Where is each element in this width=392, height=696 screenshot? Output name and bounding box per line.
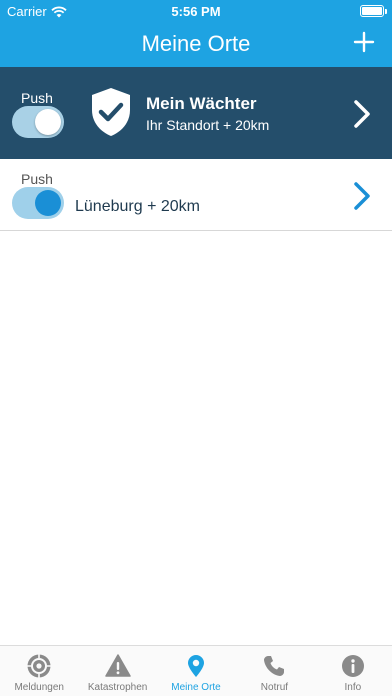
info-icon [341, 655, 364, 677]
chevron-right-icon[interactable] [352, 181, 372, 211]
tab-katastrophen[interactable]: Katastrophen [78, 646, 156, 696]
warning-icon [104, 654, 131, 677]
tab-label: Meine Orte [171, 682, 221, 693]
location-pin-icon [188, 655, 205, 677]
guardian-push-label: Push [21, 90, 53, 106]
battery-icon [360, 5, 387, 17]
page-title: Meine Orte [141, 31, 251, 56]
guardian-subtitle: Ihr Standort + 20km [146, 117, 270, 133]
phone-icon [264, 656, 285, 676]
toggle-knob [35, 190, 61, 216]
add-place-button[interactable] [350, 28, 378, 56]
siren-icon [27, 654, 51, 678]
app-header: Carrier 5:56 PM Meine Orte [0, 0, 392, 67]
place-push-toggle[interactable] [12, 187, 64, 219]
tab-info[interactable]: Info [314, 646, 392, 696]
chevron-right-icon[interactable] [352, 99, 372, 129]
status-bar: Carrier 5:56 PM [0, 0, 392, 22]
tab-label: Info [344, 682, 362, 693]
tab-bar: Meldungen Katastrophen Meine Orte Notruf… [0, 645, 392, 696]
tab-label: Katastrophen [87, 682, 148, 693]
place-push-label: Push [21, 171, 53, 187]
toggle-knob [35, 109, 61, 135]
tab-meldungen[interactable]: Meldungen [0, 646, 78, 696]
tab-notruf[interactable]: Notruf [235, 646, 313, 696]
guardian-row[interactable]: Push Mein Wächter Ihr Standort + 20km [0, 67, 392, 159]
tab-label: Meldungen [14, 682, 64, 693]
shield-check-icon [92, 88, 130, 136]
place-name: Lüneburg + 20km [75, 198, 200, 215]
guardian-push-toggle[interactable] [12, 106, 64, 138]
status-time: 5:56 PM [171, 4, 221, 19]
place-row-lueneburg[interactable]: Push Lüneburg + 20km [0, 159, 392, 231]
tab-meine-orte[interactable]: Meine Orte [157, 646, 235, 696]
tab-label: Notruf [260, 682, 289, 693]
guardian-title: Mein Wächter [146, 94, 257, 113]
